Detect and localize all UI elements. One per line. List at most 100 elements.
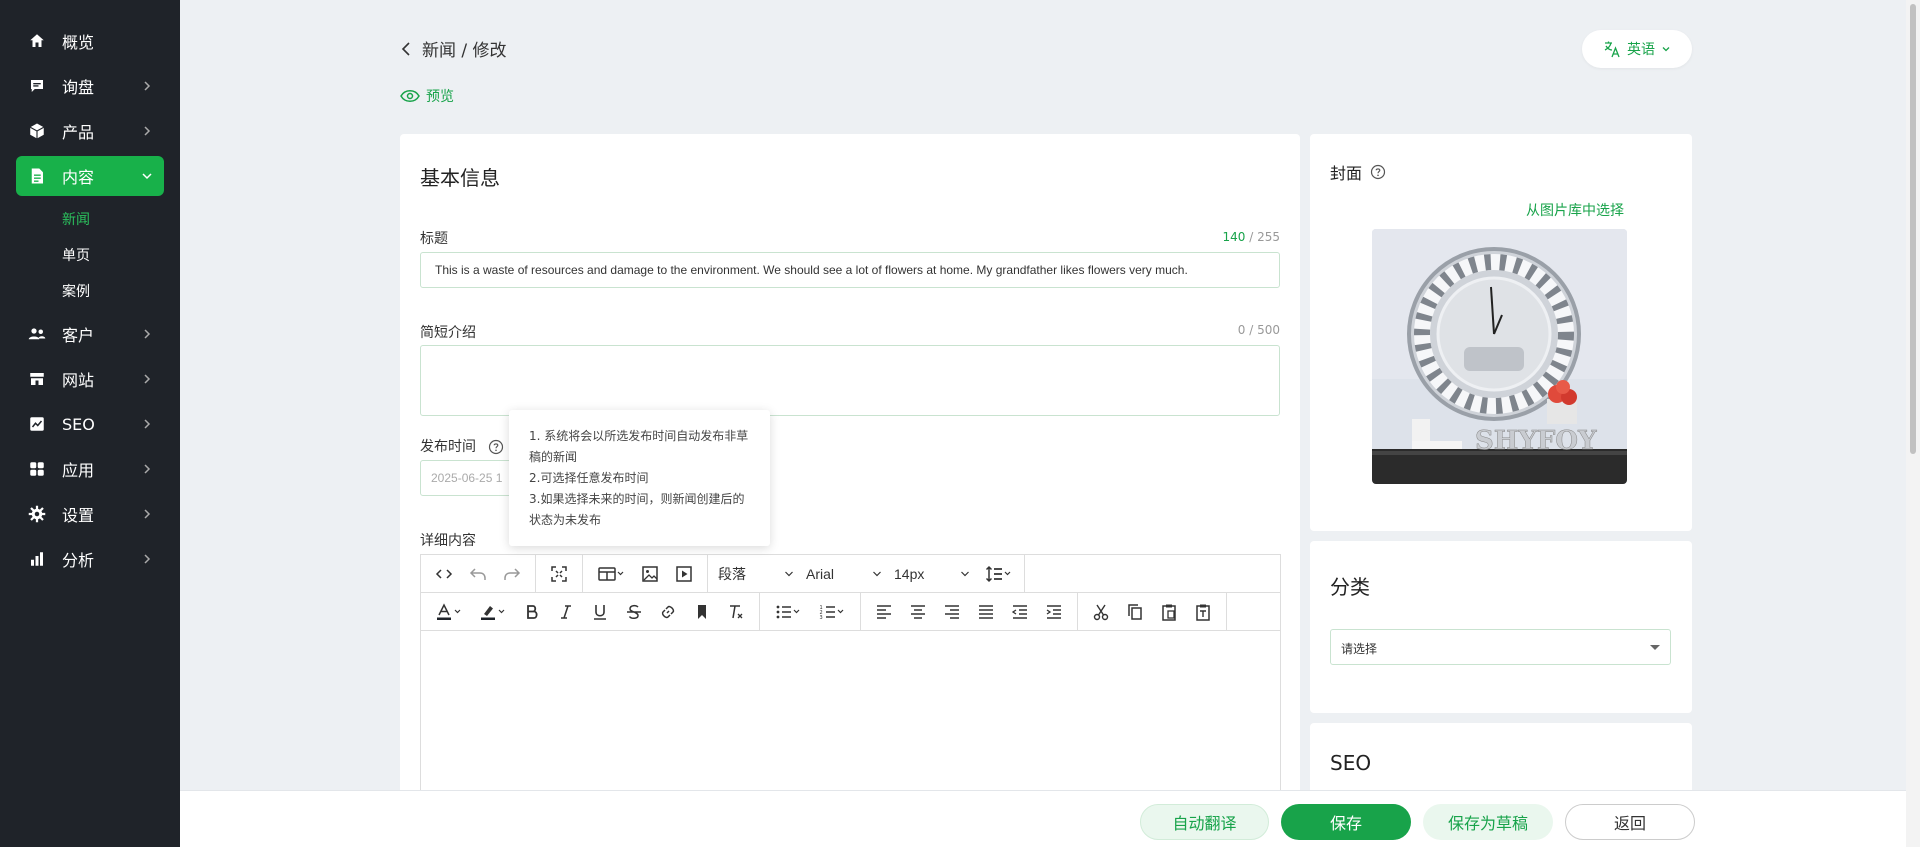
copy-icon[interactable] (1118, 597, 1152, 627)
sidebar-item-analytics[interactable]: 分析 (16, 539, 164, 579)
apps-icon (28, 460, 46, 478)
table-icon[interactable] (589, 559, 633, 589)
sidebar-item-label: 网站 (62, 371, 95, 390)
paste-icon[interactable] (1152, 597, 1186, 627)
sidebar-item-apps[interactable]: 应用 (16, 449, 164, 489)
sidebar-item-inquiry[interactable]: 询盘 (16, 66, 164, 106)
sidebar-item-seo[interactable]: SEO (16, 404, 164, 444)
align-left-icon[interactable] (867, 597, 901, 627)
chevron-right-icon (144, 374, 151, 384)
fullscreen-icon[interactable] (542, 559, 576, 589)
preview-link[interactable]: 预览 (400, 86, 454, 106)
caret-down-icon (1650, 645, 1660, 650)
sidebar-item-label: 客户 (62, 326, 95, 345)
font-color-icon[interactable] (427, 597, 471, 627)
strikethrough-icon[interactable] (617, 597, 651, 627)
sidebar-item-label: 询盘 (62, 78, 95, 97)
bullet-list-icon[interactable] (766, 597, 810, 627)
category-card: 分类 请选择 (1310, 541, 1692, 713)
section-title: 基本信息 (420, 166, 500, 190)
message-icon (28, 77, 46, 95)
outdent-icon[interactable] (1003, 597, 1037, 627)
indent-icon[interactable] (1037, 597, 1071, 627)
intro-label: 简短介绍 (420, 325, 476, 341)
sidebar-item-label: 内容 (62, 168, 95, 187)
chevron-right-icon (144, 126, 151, 136)
box-icon (28, 122, 46, 140)
title-counter: 140 / 255 (1222, 230, 1280, 244)
italic-icon[interactable] (549, 597, 583, 627)
chevron-right-icon (144, 464, 151, 474)
chevron-right-icon (144, 554, 151, 564)
choose-from-library-link[interactable]: 从图片库中选择 (1526, 200, 1624, 220)
bar-chart-icon (28, 550, 46, 568)
home-icon (28, 32, 46, 50)
undo-icon[interactable] (461, 559, 495, 589)
chevron-right-icon (144, 419, 151, 429)
align-center-icon[interactable] (901, 597, 935, 627)
scrollbar[interactable] (1906, 0, 1920, 847)
align-right-icon[interactable] (935, 597, 969, 627)
publish-time-label: 发布时间 (420, 436, 504, 456)
title-label: 标题 (420, 231, 448, 247)
sidebar-subitem-cases[interactable]: 案例 (0, 273, 180, 309)
highlight-icon[interactable] (471, 597, 515, 627)
source-code-icon[interactable] (427, 559, 461, 589)
auto-translate-button[interactable]: 自动翻译 (1140, 804, 1269, 840)
svg-text:SHYFOY: SHYFOY (1475, 426, 1597, 456)
font-size-select[interactable]: 14px (888, 566, 976, 582)
image-icon[interactable] (633, 559, 667, 589)
line-height-icon[interactable] (976, 559, 1020, 589)
sidebar: 概览 询盘 产品 内容 新闻 单页 案例 客户 网站 SEO 应用 设置 分析 (0, 0, 180, 847)
paragraph-select[interactable]: 段落 (712, 564, 800, 584)
redo-icon[interactable] (495, 559, 529, 589)
back-button[interactable]: 返回 (1565, 804, 1695, 840)
sidebar-item-overview[interactable]: 概览 (16, 21, 164, 61)
scrollbar-thumb[interactable] (1910, 4, 1916, 454)
language-label: 英语 (1627, 42, 1655, 58)
help-icon[interactable] (488, 439, 504, 455)
cover-image[interactable]: SHYFOY (1372, 229, 1627, 484)
chevron-right-icon (144, 329, 151, 339)
align-justify-icon[interactable] (969, 597, 1003, 627)
sidebar-item-website[interactable]: 网站 (16, 359, 164, 399)
font-family-select[interactable]: Arial (800, 566, 888, 582)
breadcrumb[interactable]: 新闻 / 修改 (400, 36, 507, 61)
svg-text:3: 3 (820, 615, 823, 621)
sidebar-subitem-page[interactable]: 单页 (0, 237, 180, 273)
language-switcher[interactable]: 英语 (1582, 30, 1692, 68)
translate-icon (1604, 41, 1620, 58)
numbered-list-icon[interactable]: 123 (810, 597, 854, 627)
bookmark-icon[interactable] (685, 597, 719, 627)
save-button[interactable]: 保存 (1281, 804, 1411, 840)
bold-icon[interactable] (515, 597, 549, 627)
publish-time-tooltip: 1. 系统将会以所选发布时间自动发布非草稿的新闻 2.可选择任意发布时间 3.如… (509, 410, 770, 546)
cut-icon[interactable] (1084, 597, 1118, 627)
sidebar-subitem-news[interactable]: 新闻 (0, 201, 180, 237)
sidebar-item-label: SEO (62, 414, 95, 434)
cover-card: 封面 从图片库中选择 SHYFOY (1310, 134, 1692, 531)
sidebar-item-content[interactable]: 内容 (16, 156, 164, 196)
video-icon[interactable] (667, 559, 701, 589)
help-icon[interactable] (1370, 164, 1386, 180)
tooltip-line: 3.如果选择未来的时间，则新闻创建后的状态为未发布 (529, 492, 745, 527)
detail-label: 详细内容 (420, 533, 476, 549)
sidebar-item-label: 设置 (62, 506, 95, 525)
action-bar: 自动翻译 保存 保存为草稿 返回 (180, 790, 1920, 847)
sidebar-item-customers[interactable]: 客户 (16, 314, 164, 354)
intro-counter: 0 / 500 (1237, 323, 1280, 337)
sidebar-item-label: 产品 (62, 123, 95, 142)
save-draft-button[interactable]: 保存为草稿 (1423, 804, 1553, 840)
title-input[interactable]: This is a waste of resources and damage … (420, 252, 1280, 288)
underline-icon[interactable] (583, 597, 617, 627)
preview-label: 预览 (426, 89, 454, 105)
clear-format-icon[interactable] (719, 597, 753, 627)
sidebar-item-products[interactable]: 产品 (16, 111, 164, 151)
category-select[interactable]: 请选择 (1330, 629, 1671, 665)
chevron-right-icon (144, 81, 151, 91)
breadcrumb-text: 新闻 / 修改 (422, 41, 507, 61)
link-icon[interactable] (651, 597, 685, 627)
sidebar-item-settings[interactable]: 设置 (16, 494, 164, 534)
intro-textarea[interactable] (420, 345, 1280, 416)
paste-text-icon[interactable] (1186, 597, 1220, 627)
